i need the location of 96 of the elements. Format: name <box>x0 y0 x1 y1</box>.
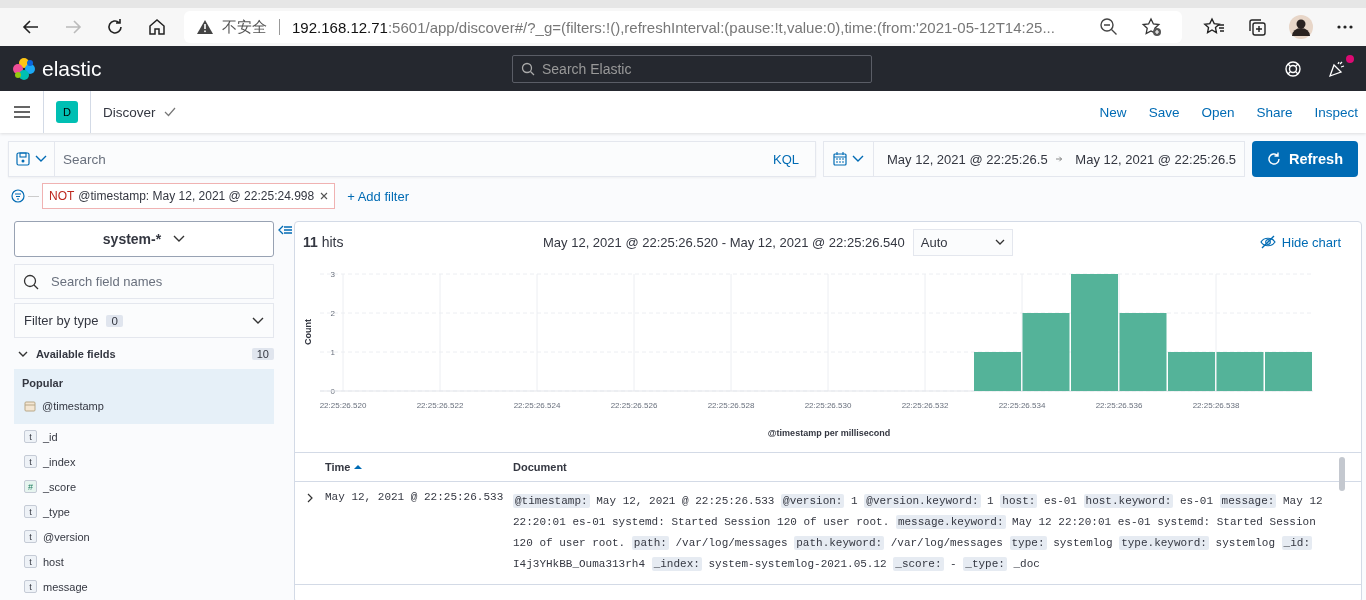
breadcrumb[interactable]: Discover <box>103 104 156 120</box>
axis-tick-label: 22:25:26.524 <box>513 401 561 410</box>
axis-title: Count <box>303 319 313 345</box>
axis-tick-label: 22:25:26.530 <box>804 401 852 410</box>
column-header[interactable]: Document <box>513 461 567 473</box>
search-icon <box>23 273 39 290</box>
table-cell-text: May 12, 2021 @ 22:25:26.533 <box>325 491 505 505</box>
string-type-icon: t <box>24 555 37 568</box>
menu-link[interactable]: New <box>1099 104 1127 120</box>
string-type-icon: t <box>24 530 37 543</box>
column-header[interactable]: Time <box>325 461 513 473</box>
language-toggle[interactable]: KQL <box>765 151 815 167</box>
axis-tick-label: 22:25:26.538 <box>1192 401 1240 410</box>
axis-tick-label: 22:25:26.532 <box>901 401 949 410</box>
time-picker[interactable]: May 12, 2021 @ 22:25:26.5 May 12, 2021 @ 22:25:26.5 <box>823 141 1245 177</box>
time-range: May 12, 2021 @ 22:25:26.520 - May 12, 2021 @ 22:25:26.540 <box>543 234 905 250</box>
end-date[interactable]: May 12, 2021 @ 22:25:26.5 <box>1062 151 1244 167</box>
menu-icon[interactable] <box>13 105 31 119</box>
string-type-icon: t <box>24 580 37 593</box>
chevron-down-icon <box>252 316 264 325</box>
axis-tick-label: 22:25:26.528 <box>707 401 755 410</box>
menu-link[interactable]: Save <box>1148 104 1180 120</box>
chevron-down-icon <box>173 235 186 243</box>
warning-icon <box>196 19 214 35</box>
string-type-icon: t <box>24 505 37 518</box>
calendar-icon <box>833 152 847 166</box>
chevron-down-icon <box>35 155 47 163</box>
chevron-right-icon[interactable] <box>306 493 314 503</box>
calendar-icon <box>24 399 36 412</box>
scrollbar[interactable] <box>1339 457 1345 491</box>
interval-dropdown[interactable]: Auto <box>912 228 1013 256</box>
field-name[interactable]: _id <box>43 430 58 443</box>
menu-link[interactable]: Open <box>1201 104 1235 120</box>
axis-tick-label: 0 <box>330 387 335 396</box>
filter-pill[interactable]: NOT @timestamp: May 12, 2021 @ 22:25:24.998 <box>42 183 336 209</box>
refresh-button[interactable]: Refresh <box>1252 141 1358 177</box>
address-bar[interactable]: 不安全 192.168.12.71:5601/app/discover#/?_g=(filters:!(),refreshInterval:(pause:!t,value:0),time:(from:'2021-05-12T14:25... <box>184 11 1182 43</box>
arrow-right-icon <box>1055 154 1063 164</box>
sort-ascending-icon[interactable] <box>354 464 363 470</box>
field-name[interactable]: _index <box>43 455 76 468</box>
space-avatar[interactable]: D <box>56 101 78 123</box>
zoom-out-icon[interactable] <box>1099 17 1119 37</box>
check-icon <box>163 107 176 117</box>
menu-link[interactable]: Inspect <box>1314 104 1358 120</box>
axis-tick-label: 2 <box>330 309 335 318</box>
hide-chart-link[interactable]: Hide chart <box>1259 234 1341 250</box>
available-fields-toggle[interactable]: Available fields 10 <box>14 338 274 369</box>
collections-icon[interactable] <box>1247 17 1267 37</box>
axis-tick-label: 22:25:26.522 <box>416 401 464 410</box>
reload-icon[interactable] <box>105 17 125 37</box>
axis-tick-label: 22:25:26.520 <box>319 401 367 410</box>
url-text: 192.168.12.71:5601/app/discover#/?_g=(filters:!(),refreshInterval:(pause:!t,value:0),time:(from:'2021-05-12T14:25... <box>292 18 1055 36</box>
help-icon[interactable] <box>1284 59 1302 78</box>
axis-title: @timestamp per millisecond <box>767 428 891 438</box>
avatar-icon[interactable] <box>1289 15 1313 39</box>
axis-tick-label: 22:25:26.536 <box>1095 401 1143 410</box>
string-type-icon: t <box>24 430 37 443</box>
security-label: 不安全 <box>222 17 267 37</box>
axis-tick-label: 22:25:26.526 <box>610 401 658 410</box>
field-name[interactable]: @version <box>43 530 90 543</box>
party-popper-icon[interactable] <box>1328 59 1346 78</box>
query-bar[interactable]: Search KQL <box>8 141 816 177</box>
axis-tick-label: 1 <box>330 348 335 357</box>
field-name[interactable]: _type <box>43 505 70 518</box>
field-name[interactable]: @timestamp <box>42 399 104 412</box>
refresh-icon <box>1267 152 1281 166</box>
search-field[interactable]: Search Elastic <box>512 54 872 83</box>
filter-by-type-dropdown[interactable]: Filter by type 0 <box>14 303 274 338</box>
number-type-icon: # <box>24 480 37 493</box>
eye-closed-icon <box>1259 235 1276 249</box>
chevron-down-icon <box>994 238 1005 246</box>
add-favorite-icon[interactable] <box>1141 17 1163 37</box>
home-icon[interactable] <box>147 17 167 37</box>
query-input[interactable]: Search <box>55 151 765 167</box>
field-name[interactable]: _score <box>43 480 77 493</box>
close-icon[interactable] <box>320 192 329 200</box>
search-icon <box>521 61 535 76</box>
index-pattern-selector[interactable]: system-* <box>14 221 274 257</box>
save-icon <box>16 152 30 166</box>
collapse-sidebar-icon[interactable] <box>278 225 292 235</box>
axis-tick-label: 22:25:26.534 <box>998 401 1046 410</box>
string-type-icon: t <box>24 455 37 468</box>
field-name[interactable]: message <box>43 580 88 593</box>
start-date[interactable]: May 12, 2021 @ 22:25:26.5 <box>874 151 1056 167</box>
filter-menu-icon[interactable] <box>11 189 25 203</box>
section-label: Popular <box>22 377 64 389</box>
menu-link[interactable]: Share <box>1256 104 1293 120</box>
elastic-logo-icon[interactable] <box>12 56 36 81</box>
logo-text[interactable]: elastic <box>42 56 102 81</box>
axis-tick-label: 3 <box>330 270 335 279</box>
hits-count: 11 hits <box>303 234 345 250</box>
chevron-down-icon <box>852 155 864 163</box>
field-name[interactable]: host <box>43 555 64 568</box>
document-cell-text: @timestamp: May 12, 2021 @ 22:25:26.533 @version: 1 @version.keyword: 1 host: es-01 host.keyword: es-01 message: May 12 22:20:01 es-01 systemd: Started Session 120 of user root. message.keyword: May 12 22:20:01 es-01 systemd: Started Session 120 of user root. path: /var/log/messages path.keyword: /var/log/messages type: systemlog type.keyword: systemlog _id: I4j3YHkBB_Ouma313rh4 _index: system-systemlog-2021.05.12 _score: - _type: _doc <box>513 493 1324 573</box>
field-search[interactable]: Search field names <box>14 264 274 299</box>
add-filter-link[interactable]: + Add filter <box>347 188 409 204</box>
